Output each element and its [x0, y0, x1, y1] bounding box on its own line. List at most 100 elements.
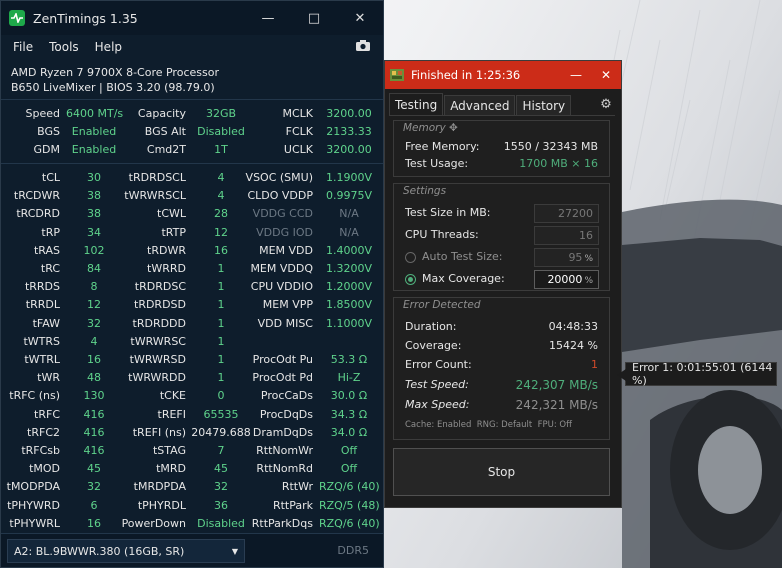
timing-label: tPHYWRD — [7, 498, 60, 512]
divider — [1, 163, 383, 164]
max-coverage-value: 20000 — [547, 273, 583, 286]
timing-label: tRFC — [34, 407, 60, 421]
timing-label: tRP — [41, 225, 60, 239]
test-speed-label: Test Speed: — [405, 378, 469, 391]
close-button[interactable]: ✕ — [337, 1, 383, 35]
zentimings-titlebar[interactable]: ZenTimings 1.35 — □ ✕ — [1, 1, 383, 35]
screenshot-camera-icon[interactable] — [355, 39, 371, 55]
max-coverage-radio[interactable] — [405, 274, 416, 285]
menu-help[interactable]: Help — [87, 40, 130, 54]
timing-label: tWRWRSCL — [124, 189, 186, 203]
timing-value: 38 — [87, 207, 101, 221]
timing-value: 0.9975V — [325, 189, 372, 203]
percent-sign: % — [584, 276, 593, 286]
timing-value: 1.4000V — [325, 243, 372, 257]
timing-row: tCL 30 tRDRDSCL 4 VSOC (SMU) 1.1900V — [1, 171, 385, 189]
timing-label: tRDRDSD — [134, 298, 186, 312]
timing-row: tRC 84 tWRRD 1 MEM VDDQ 1.3200V — [1, 262, 385, 280]
timing-label: tCKE — [159, 389, 186, 403]
free-memory-label: Free Memory: — [405, 140, 480, 153]
timing-value: 1.1000V — [325, 316, 372, 330]
close-button[interactable]: ✕ — [591, 61, 621, 89]
minimize-button[interactable]: — — [561, 61, 591, 89]
settings-gear-icon[interactable]: ⚙ — [597, 97, 615, 112]
timing-label: CPU VDDIO — [250, 280, 313, 294]
timing-label: tRTP — [161, 225, 186, 239]
auto-test-size-radio[interactable] — [405, 252, 416, 263]
timing-label: Cmd2T — [146, 143, 186, 156]
timing-row: GDM Enabled Cmd2T 1T UCLK 3200.00 — [1, 143, 385, 161]
duration-label: Duration: — [405, 320, 457, 333]
timing-value: Disabled — [197, 516, 245, 530]
timing-label: RttNomRd — [256, 462, 313, 476]
timing-value: 48 — [87, 371, 101, 385]
maximize-button[interactable]: □ — [291, 1, 337, 35]
timing-label: ProcDqDs — [259, 407, 313, 421]
timing-value: 32 — [214, 480, 228, 494]
timing-label: tPHYWRL — [9, 516, 60, 530]
timing-label: MCLK — [282, 107, 313, 120]
tab-advanced[interactable]: Advanced — [444, 95, 516, 115]
status-footer-text: Cache: Enabled RNG: Default FPU: Off — [405, 420, 572, 430]
timing-row: tRFC2 416 tREFI (ns) 20479.688 DramDqDs 34.0 … — [1, 426, 385, 444]
max-speed-label: Max Speed: — [405, 398, 470, 411]
timing-value: RZQ/5 (48) — [319, 498, 380, 512]
timing-value: 0 — [217, 389, 225, 403]
testmem-titlebar[interactable]: Finished in 1:25:36 — ✕ — [385, 61, 621, 89]
menu-tools[interactable]: Tools — [41, 40, 87, 54]
timing-label: tRFC (ns) — [9, 389, 60, 403]
cpu-threads-input[interactable]: 16 — [534, 226, 599, 245]
timing-value: 53.3 Ω — [330, 353, 368, 366]
timing-row: tRCDWR 38 tWRWRSCL 4 CLDO VDDP 0.9975V — [1, 189, 385, 207]
timing-row: tRFCsb 416 tSTAG 7 RttNomWr Off — [1, 444, 385, 462]
dimm-select-dropdown[interactable]: A2: BL.9BWWR.380 (16GB, SR) ▼ — [7, 539, 245, 563]
timing-label: tRAS — [33, 243, 60, 257]
memory-group: Memory ✥ Free Memory: 1550 / 32343 MB Te… — [393, 120, 610, 177]
timing-value: 102 — [83, 243, 105, 257]
timing-label: tWRWRSC — [130, 334, 186, 348]
timing-value: Disabled — [197, 125, 245, 138]
tab-testing[interactable]: Testing — [389, 93, 444, 115]
menu-file[interactable]: File — [5, 40, 41, 54]
timing-row: tPHYWRD 6 tPHYRDL 36 RttPark RZQ/5 (48) — [1, 499, 385, 517]
max-coverage-input[interactable]: 20000% — [534, 270, 599, 289]
max-speed-value: 242,321 MB/s — [515, 398, 598, 412]
timing-value: 38 — [87, 189, 101, 203]
stop-button[interactable]: Stop — [393, 448, 610, 496]
timing-value: 28 — [214, 207, 228, 221]
free-memory-row: Free Memory: 1550 / 32343 MB — [405, 140, 598, 158]
timing-value: 45 — [87, 462, 101, 476]
timing-label: RttParkDqs — [251, 516, 313, 530]
test-size-input[interactable]: 27200 — [534, 204, 599, 223]
zentimings-logo-icon — [9, 10, 25, 26]
test-speed-value: 242,307 MB/s — [515, 378, 598, 392]
timing-label: DramDqDs — [252, 425, 313, 439]
timing-label: CLDO VDDP — [247, 189, 313, 203]
timing-value: Hi-Z — [337, 371, 361, 385]
test-speed-row: Test Speed: 242,307 MB/s — [405, 378, 598, 396]
timing-value: 65535 — [203, 407, 239, 421]
chevron-down-icon: ▼ — [231, 546, 238, 556]
timing-value: 30 — [87, 171, 101, 184]
timing-label: tWRRD — [147, 262, 186, 275]
memory-refresh-icon[interactable]: ✥ — [449, 122, 458, 134]
error-count-value[interactable]: 1 — [591, 358, 598, 371]
timing-value: 416 — [83, 444, 105, 457]
testmem-logo-icon — [390, 69, 404, 81]
timing-row: tWTRL 16 tWRWRSD 1 ProcOdt Pu 53.3 Ω — [1, 353, 385, 371]
timing-label: RttWr — [281, 480, 313, 494]
timing-label: BGS Alt — [144, 125, 186, 138]
timing-label: VDDG CCD — [252, 207, 313, 221]
error-tooltip: Error 1: 0:01:55:01 (6144 %) — [617, 361, 777, 387]
timing-value: 4 — [217, 189, 225, 203]
timing-label: PowerDown — [121, 516, 186, 530]
timing-row: tRP 34 tRTP 12 VDDG IOD N/A — [1, 226, 385, 244]
timing-value: 1.1900V — [325, 171, 372, 184]
max-speed-row: Max Speed: 242,321 MB/s — [405, 398, 598, 416]
tab-history[interactable]: History — [516, 95, 572, 115]
timing-label: tMOD — [29, 462, 60, 476]
minimize-button[interactable]: — — [245, 1, 291, 35]
timing-label: tRCDRD — [16, 207, 60, 221]
zentimings-footer: A2: BL.9BWWR.380 (16GB, SR) ▼ DDR5 — [1, 533, 383, 567]
auto-test-size-input[interactable]: 95% — [534, 248, 599, 267]
